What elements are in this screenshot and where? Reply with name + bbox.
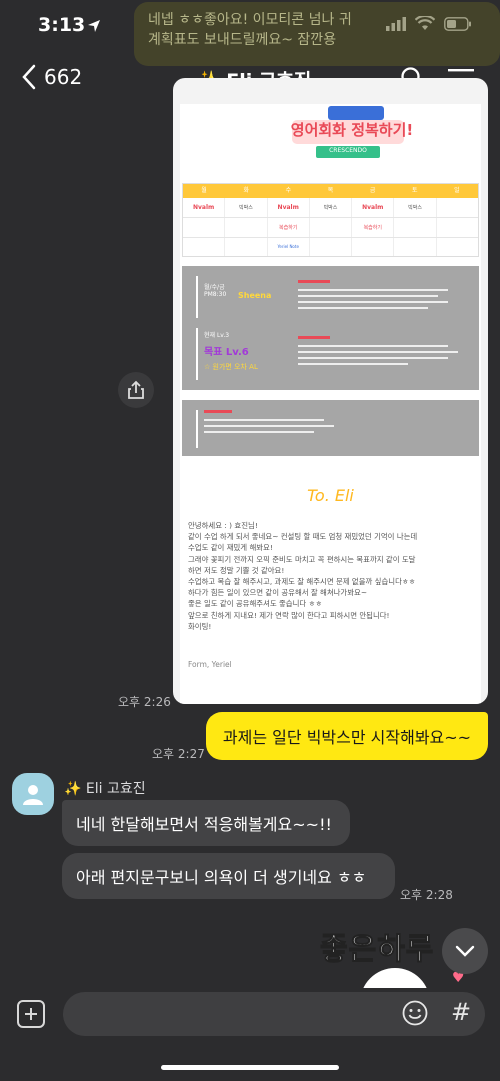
table-cell bbox=[310, 238, 353, 256]
day-cell: 토 bbox=[412, 187, 418, 194]
schedule-table: 월 화 수 목 금 토 일 Nvalm 빅박스 Nvalm 빅박스 Nvalm … bbox=[182, 183, 479, 257]
level-block: 현재 Lv.3 목표 Lv.6 ☆ 원가면 오차 AL bbox=[196, 328, 288, 380]
day-cell: 수 bbox=[285, 187, 292, 194]
sender-name: ✨ Eli 고효진 bbox=[64, 781, 146, 797]
share-icon bbox=[128, 380, 144, 399]
goal-note: ☆ 원가면 오차 AL bbox=[204, 363, 258, 371]
goal-notes bbox=[298, 336, 468, 365]
chevron-left-icon bbox=[22, 64, 36, 90]
table-cell: Nvalm bbox=[268, 198, 310, 217]
table-cell: Nvalm bbox=[183, 198, 226, 217]
table-cell: Nvalm bbox=[352, 198, 395, 217]
table-cell bbox=[394, 238, 437, 256]
lesson-notes bbox=[298, 280, 468, 309]
table-cell bbox=[352, 238, 395, 256]
table-cell bbox=[437, 238, 478, 256]
location-arrow-icon bbox=[88, 20, 100, 32]
table-cell bbox=[183, 218, 226, 237]
message-time: 오후 2:28 bbox=[400, 888, 453, 902]
table-cell: 복습하기 bbox=[268, 218, 310, 237]
default-profile-icon bbox=[23, 785, 43, 805]
table-cell bbox=[394, 218, 437, 237]
reply-bubble[interactable]: 아래 편지문구보니 의욕이 더 생기네요 ㅎㅎ bbox=[62, 853, 395, 899]
letter-signature: Form, Yeriel bbox=[188, 660, 232, 669]
table-cell: 빅박스 bbox=[225, 198, 268, 217]
message-time: 오후 2:26 bbox=[118, 695, 171, 709]
table-cell bbox=[225, 238, 268, 256]
day-cell: 일 bbox=[454, 187, 460, 194]
level-now: 현재 Lv.3 bbox=[204, 332, 230, 339]
letter-heading: To. Eli bbox=[307, 486, 354, 505]
table-cell: 복습하기 bbox=[352, 218, 395, 237]
homework-panel bbox=[182, 400, 479, 456]
attach-button[interactable] bbox=[17, 1000, 45, 1028]
day-cell: 금 bbox=[369, 187, 376, 194]
unread-count: 662 bbox=[44, 65, 83, 89]
avatar[interactable] bbox=[12, 773, 54, 815]
letter-line: 화이팅! bbox=[188, 621, 212, 631]
table-cell: 빅박스 bbox=[310, 198, 353, 217]
info-panel: 월/수/금 PM8:30 Sheena 현재 Lv.3 목표 Lv.6 ☆ 원가… bbox=[182, 266, 479, 390]
table-cell bbox=[437, 198, 478, 217]
tutor-name: Sheena bbox=[238, 291, 272, 300]
reply-bubble[interactable]: 네네 한달해보면서 적응해볼게요~~!! bbox=[62, 800, 350, 846]
letter-body: 안녕하세요 : ) 효진님! 같이 수업 하게 되서 좋네요~ 컨설팅 할 때도… bbox=[188, 520, 480, 632]
poster-badge: CRESCENDO bbox=[329, 147, 367, 154]
letter-line: 같이 수업 하게 되서 좋네요~ 컨설팅 할 때도 엄청 재밌었던 기억이 나는… bbox=[188, 532, 418, 542]
letter-line: 앞으로 친하게 지내요! 제가 연락 많이 한다고 피하시면 안됩니다! bbox=[188, 610, 390, 620]
level-goal: 목표 Lv.6 bbox=[204, 347, 249, 358]
day-cell: 월 bbox=[201, 187, 207, 194]
table-header-row: 월 화 수 목 금 토 일 bbox=[183, 184, 478, 198]
day-cell: 목 bbox=[327, 187, 334, 194]
table-row: Nvalm 빅박스 Nvalm 빅박스 Nvalm 빅박스 bbox=[183, 198, 478, 218]
table-cell bbox=[183, 238, 226, 256]
letter-line: 그래야 꽃피기 전까지 오픽 준비도 마치고 꼭 편하시는 목표까지 같이 도달 bbox=[188, 554, 416, 564]
my-message-bubble[interactable]: 과제는 일단 빅박스만 시작해봐요~~ bbox=[206, 712, 488, 760]
message-time: 오후 2:27 bbox=[152, 747, 205, 761]
poster: 영어회화 정복하기! CRESCENDO 월 화 수 목 금 토 일 Nvalm… bbox=[180, 104, 481, 704]
table-row: Yeriel Note bbox=[183, 238, 478, 256]
back-button[interactable]: 662 bbox=[22, 64, 82, 90]
table-row: 복습하기 복습하기 bbox=[183, 218, 478, 238]
poster-headline: 영어회화 정복하기! bbox=[290, 121, 414, 139]
emoji-icon[interactable] bbox=[402, 1000, 428, 1026]
letter-line: 좋은 일도 같이 공유해주셔도 좋습니다 ㅎㅎ bbox=[188, 599, 323, 609]
letter-line: 하면 저도 정말 기쁠 것 같아요! bbox=[188, 565, 285, 575]
banner-line-1: 네넵 ㅎㅎ좋아요! 이모티콘 넘나 귀 bbox=[148, 12, 352, 28]
status-time: 3:13 bbox=[38, 14, 86, 36]
day-cell: 화 bbox=[243, 187, 249, 194]
table-cell bbox=[225, 218, 268, 237]
chevron-down-icon bbox=[455, 945, 475, 957]
notification-banner[interactable]: 네넵 ㅎㅎ좋아요! 이모티콘 넘나 귀 계획표도 보내드릴께요~ 잠깐용 bbox=[134, 2, 500, 66]
letter-line: 하다가 힘든 일이 있으면 같이 공유해서 잘 해쳐나가봐요~ bbox=[188, 588, 368, 598]
sticker-text: 좋은하루 bbox=[319, 932, 435, 968]
home-indicator bbox=[161, 1065, 339, 1070]
image-message[interactable]: 영어회화 정복하기! CRESCENDO 월 화 수 목 금 토 일 Nvalm… bbox=[173, 78, 488, 704]
table-cell: Yeriel Note bbox=[268, 238, 310, 256]
letter-line: 수업도 같이 재밌게 해봐요! bbox=[188, 543, 273, 553]
scroll-down-button[interactable] bbox=[442, 928, 488, 974]
plus-icon bbox=[25, 1008, 37, 1020]
table-cell: 빅박스 bbox=[394, 198, 437, 217]
letter-line: 수업하고 복습 잘 해주시고, 과제도 잘 해주시면 문제 없을까 싶습니다ㅎㅎ bbox=[188, 577, 416, 587]
banner-line-2: 계획표도 보내드릴께요~ 잠깐용 bbox=[148, 32, 337, 48]
table-cell bbox=[437, 218, 478, 237]
table-cell bbox=[310, 218, 353, 237]
letter-line: 안녕하세요 : ) 효진님! bbox=[188, 521, 258, 530]
share-button[interactable] bbox=[118, 372, 154, 408]
hashtag-search-button[interactable]: # bbox=[451, 998, 471, 1026]
